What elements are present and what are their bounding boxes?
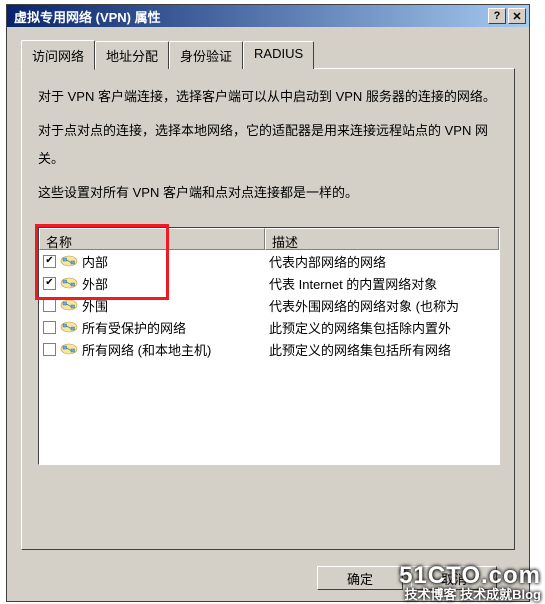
dialog-body: 访问网络 地址分配 身份验证 RADIUS 对于 VPN 客户端连接，选择客户端…: [7, 27, 529, 601]
instruction-text: 对于点对点的连接，选择本地网络，它的适配器是用来连接远程站点的 VPN 网关。: [38, 117, 498, 173]
column-header-desc[interactable]: 描述: [265, 228, 499, 250]
list-item[interactable]: ✔ 内部 代表内部网络的网络: [39, 250, 499, 272]
list-header: 名称 描述: [39, 228, 499, 250]
network-name: 所有受保护的网络: [82, 318, 186, 337]
network-list: 名称 描述 ✔ 内部 代表内部网络的网络 ✔ 外部 代表 Internet 的内…: [38, 227, 500, 465]
network-name: 外部: [82, 274, 108, 293]
list-item[interactable]: 所有受保护的网络 此预定义的网络集包括除内置外: [39, 316, 499, 338]
column-header-name[interactable]: 名称: [39, 228, 265, 250]
tab-panel: 对于 VPN 客户端连接，选择客户端可以从中启动到 VPN 服务器的连接的网络。…: [21, 68, 515, 550]
network-desc: 代表外围网络的网络对象 (也称为: [265, 296, 499, 315]
cancel-button[interactable]: 取消: [411, 566, 497, 590]
network-name: 所有网络 (和本地主机): [82, 340, 211, 359]
tab-auth[interactable]: 身份验证: [169, 41, 243, 69]
checkbox[interactable]: ✔: [43, 277, 56, 290]
list-item[interactable]: 外围 代表外围网络的网络对象 (也称为: [39, 294, 499, 316]
list-item[interactable]: 所有网络 (和本地主机) 此预定义的网络集包括所有网络: [39, 338, 499, 360]
dialog-buttons: 确定 取消: [21, 566, 515, 590]
network-icon: [60, 320, 78, 334]
network-icon: [60, 276, 78, 290]
network-name: 内部: [82, 252, 108, 271]
network-desc: 代表内部网络的网络: [265, 252, 499, 271]
window-title: 虚拟专用网络 (VPN) 属性: [10, 7, 486, 26]
close-button[interactable]: ✕: [508, 8, 526, 24]
checkbox[interactable]: ✔: [43, 255, 56, 268]
help-button[interactable]: ?: [488, 8, 506, 24]
network-desc: 代表 Internet 的内置网络对象: [265, 274, 499, 293]
tab-address-assign[interactable]: 地址分配: [95, 41, 169, 69]
network-icon: [60, 254, 78, 268]
tab-strip: 访问网络 地址分配 身份验证 RADIUS: [21, 39, 515, 69]
ok-button[interactable]: 确定: [317, 566, 403, 590]
checkbox[interactable]: [43, 343, 56, 356]
network-name: 外围: [82, 296, 108, 315]
network-desc: 此预定义的网络集包括除内置外: [265, 318, 499, 337]
tab-radius[interactable]: RADIUS: [243, 41, 314, 69]
checkbox[interactable]: [43, 321, 56, 334]
list-item[interactable]: ✔ 外部 代表 Internet 的内置网络对象: [39, 272, 499, 294]
instruction-text: 这些设置对所有 VPN 客户端和点对点连接都是一样的。: [38, 179, 498, 207]
instruction-text: 对于 VPN 客户端连接，选择客户端可以从中启动到 VPN 服务器的连接的网络。: [38, 83, 498, 111]
network-icon: [60, 298, 78, 312]
titlebar: 虚拟专用网络 (VPN) 属性 ? ✕: [7, 5, 529, 27]
dialog-window: 虚拟专用网络 (VPN) 属性 ? ✕ 访问网络 地址分配 身份验证 RADIU…: [6, 4, 530, 602]
network-desc: 此预定义的网络集包括所有网络: [265, 340, 499, 359]
checkbox[interactable]: [43, 299, 56, 312]
tab-access-network[interactable]: 访问网络: [21, 40, 95, 70]
network-icon: [60, 342, 78, 356]
